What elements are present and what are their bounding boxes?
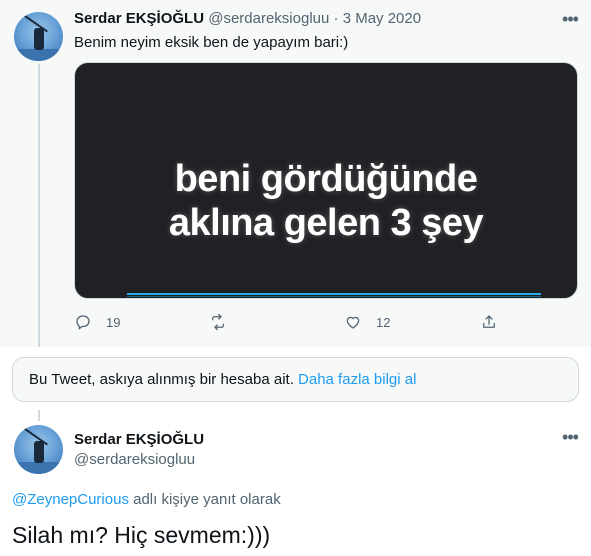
- like-count: 12: [376, 314, 391, 330]
- tweet-text: Silah mı? Hiç sevmem:))): [12, 522, 271, 548]
- author-name[interactable]: Serdar EKŞİOĞLU: [74, 431, 204, 448]
- retweet-icon: [212, 313, 224, 331]
- avatar[interactable]: [14, 425, 63, 474]
- share-icon: [483, 315, 495, 328]
- thread-connector-line: [38, 410, 40, 421]
- learn-more-link[interactable]: Daha fazla bilgi al: [298, 371, 416, 388]
- like-button[interactable]: 12: [344, 313, 390, 331]
- tweet-actions: 19 12: [74, 313, 504, 333]
- separator-dot: ·: [333, 10, 339, 27]
- notice-text: Bu Tweet, askıya alınmış bir hesaba ait.: [29, 371, 294, 388]
- thread-parent-tweet[interactable]: Serdar EKŞİOĞLU @serdareksiogluu · 3 May…: [0, 0, 591, 347]
- more-horizontal-icon: •••: [562, 9, 579, 29]
- retweet-button[interactable]: [209, 313, 241, 331]
- reply-count: 19: [106, 314, 121, 330]
- thread-connector-line: [38, 64, 40, 347]
- heart-icon: [346, 316, 360, 329]
- avatar[interactable]: [14, 12, 63, 61]
- tweet-media-video[interactable]: beni gördüğünde aklına gelen 3 şey: [74, 62, 578, 299]
- replying-to-text: adlı kişiye yanıt olarak: [128, 491, 281, 508]
- video-progress-track: [127, 296, 541, 297]
- author-name[interactable]: Serdar EKŞİOĞLU: [74, 10, 204, 27]
- more-options-button[interactable]: •••: [560, 9, 580, 32]
- more-horizontal-icon: •••: [562, 427, 579, 447]
- reply-icon: [76, 315, 90, 330]
- reply-mention-link[interactable]: @ZeynepCurious: [12, 491, 129, 508]
- reply-button[interactable]: 19: [74, 313, 120, 331]
- tweet-date[interactable]: 3 May 2020: [343, 10, 421, 27]
- tweet-header: Serdar EKŞİOĞLU @serdareksiogluu · 3 May…: [74, 10, 421, 27]
- video-caption-line-2: aklına gelen 3 şey: [168, 202, 484, 244]
- suspended-account-notice: Bu Tweet, askıya alınmış bir hesaba ait.…: [12, 357, 579, 402]
- video-caption-line-1: beni gördüğünde: [174, 158, 478, 200]
- replying-to-line: @ZeynepCurious adlı kişiye yanıt olarak: [12, 491, 281, 508]
- video-caption: beni gördüğünde aklına gelen 3 şey: [75, 157, 577, 245]
- tweet-text: Benim neyim eksik ben de yapayım bari:): [74, 34, 349, 51]
- more-options-button[interactable]: •••: [560, 427, 580, 450]
- author-handle[interactable]: @serdareksiogluu: [74, 451, 195, 468]
- share-button[interactable]: [480, 313, 498, 331]
- author-handle[interactable]: @serdareksiogluu: [208, 10, 329, 27]
- video-progress-bar[interactable]: [127, 293, 541, 295]
